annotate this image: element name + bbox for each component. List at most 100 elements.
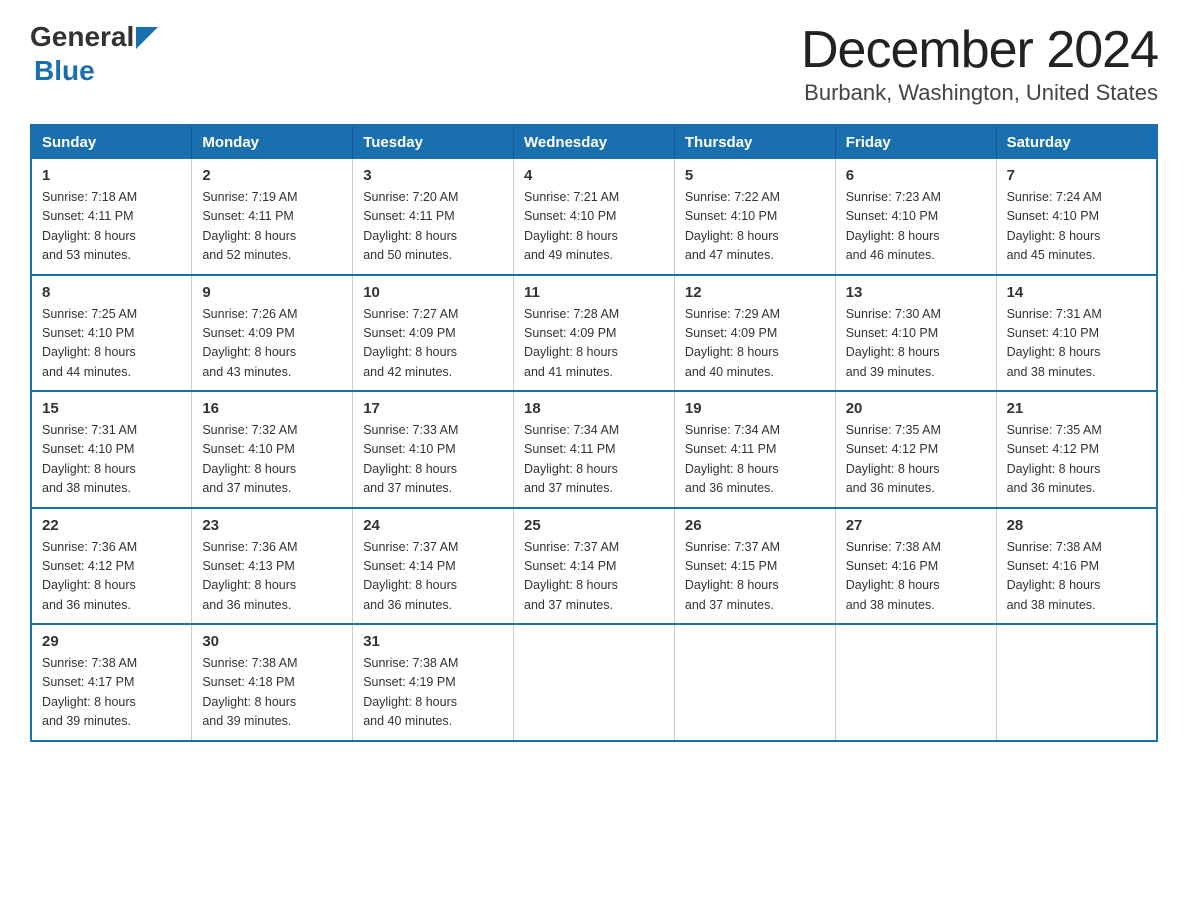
day-number: 25 — [524, 517, 664, 534]
calendar-table: SundayMondayTuesdayWednesdayThursdayFrid… — [30, 124, 1158, 742]
weekday-header-friday: Friday — [835, 125, 996, 159]
calendar-week-row: 29Sunrise: 7:38 AMSunset: 4:17 PMDayligh… — [31, 624, 1157, 741]
day-number: 5 — [685, 167, 825, 184]
day-number: 30 — [202, 633, 342, 650]
day-number: 31 — [363, 633, 503, 650]
title-block: December 2024 Burbank, Washington, Unite… — [801, 20, 1158, 106]
day-info: Sunrise: 7:36 AMSunset: 4:12 PMDaylight:… — [42, 538, 181, 616]
weekday-header-tuesday: Tuesday — [353, 125, 514, 159]
day-info: Sunrise: 7:38 AMSunset: 4:19 PMDaylight:… — [363, 654, 503, 732]
day-number: 19 — [685, 400, 825, 417]
day-number: 2 — [202, 167, 342, 184]
calendar-cell: 24 Sunrise: 7:37 AMSunset: 4:14 PMDayligh… — [353, 508, 514, 625]
day-number: 9 — [202, 284, 342, 301]
calendar-cell: 5 Sunrise: 7:22 AMSunset: 4:10 PMDaylight… — [674, 159, 835, 275]
calendar-cell: 12Sunrise: 7:29 AMSunset: 4:09 PMDayligh… — [674, 275, 835, 392]
calendar-cell: 16Sunrise: 7:32 AMSunset: 4:10 PMDayligh… — [192, 391, 353, 508]
day-number: 13 — [846, 284, 986, 301]
day-info: Sunrise: 7:21 AMSunset: 4:10 PMDaylight:… — [524, 188, 664, 266]
calendar-cell: 23 Sunrise: 7:36 AMSunset: 4:13 PMDayligh… — [192, 508, 353, 625]
day-info: Sunrise: 7:31 AMSunset: 4:10 PMDaylight:… — [1007, 305, 1146, 383]
day-info: Sunrise: 7:24 AMSunset: 4:10 PMDaylight:… — [1007, 188, 1146, 266]
logo: General Blue — [30, 20, 158, 87]
calendar-cell: 2Sunrise: 7:19 AMSunset: 4:11 PMDaylight… — [192, 159, 353, 275]
calendar-week-row: 1Sunrise: 7:18 AMSunset: 4:11 PMDaylight… — [31, 159, 1157, 275]
calendar-cell — [996, 624, 1157, 741]
calendar-cell: 25 Sunrise: 7:37 AMSunset: 4:14 PMDayligh… — [514, 508, 675, 625]
day-info: Sunrise: 7:38 AMSunset: 4:16 PMDaylight:… — [1007, 538, 1146, 616]
day-info: Sunrise: 7:37 AMSunset: 4:14 PMDaylight:… — [524, 538, 664, 616]
logo-triangle-icon — [136, 27, 158, 49]
day-number: 6 — [846, 167, 986, 184]
weekday-header-sunday: Sunday — [31, 125, 192, 159]
calendar-week-row: 15 Sunrise: 7:31 AMSunset: 4:10 PMDayligh… — [31, 391, 1157, 508]
day-info: Sunrise: 7:33 AMSunset: 4:10 PMDaylight:… — [363, 421, 503, 499]
calendar-cell: 27Sunrise: 7:38 AMSunset: 4:16 PMDayligh… — [835, 508, 996, 625]
calendar-week-row: 22 Sunrise: 7:36 AMSunset: 4:12 PMDayligh… — [31, 508, 1157, 625]
calendar-title: December 2024 — [801, 20, 1158, 80]
weekday-header-thursday: Thursday — [674, 125, 835, 159]
calendar-cell: 20 Sunrise: 7:35 AMSunset: 4:12 PMDayligh… — [835, 391, 996, 508]
day-number: 11 — [524, 284, 664, 301]
day-number: 14 — [1007, 284, 1146, 301]
day-info: Sunrise: 7:27 AMSunset: 4:09 PMDaylight:… — [363, 305, 503, 383]
calendar-cell: 8 Sunrise: 7:25 AMSunset: 4:10 PMDaylight… — [31, 275, 192, 392]
calendar-cell — [674, 624, 835, 741]
day-info: Sunrise: 7:38 AMSunset: 4:18 PMDaylight:… — [202, 654, 342, 732]
calendar-subtitle: Burbank, Washington, United States — [801, 80, 1158, 106]
weekday-header-monday: Monday — [192, 125, 353, 159]
day-number: 8 — [42, 284, 181, 301]
calendar-cell: 18 Sunrise: 7:34 AMSunset: 4:11 PMDayligh… — [514, 391, 675, 508]
day-info: Sunrise: 7:31 AMSunset: 4:10 PMDaylight:… — [42, 421, 181, 499]
calendar-cell: 31 Sunrise: 7:38 AMSunset: 4:19 PMDayligh… — [353, 624, 514, 741]
day-number: 23 — [202, 517, 342, 534]
calendar-cell — [514, 624, 675, 741]
calendar-cell: 26Sunrise: 7:37 AMSunset: 4:15 PMDayligh… — [674, 508, 835, 625]
logo-blue-text: Blue — [34, 54, 95, 88]
day-info: Sunrise: 7:34 AMSunset: 4:11 PMDaylight:… — [685, 421, 825, 499]
day-info: Sunrise: 7:22 AMSunset: 4:10 PMDaylight:… — [685, 188, 825, 266]
page-header: General Blue December 2024 Burbank, Wash… — [30, 20, 1158, 106]
day-number: 4 — [524, 167, 664, 184]
day-number: 3 — [363, 167, 503, 184]
day-info: Sunrise: 7:34 AMSunset: 4:11 PMDaylight:… — [524, 421, 664, 499]
calendar-cell: 28 Sunrise: 7:38 AMSunset: 4:16 PMDayligh… — [996, 508, 1157, 625]
calendar-cell: 11Sunrise: 7:28 AMSunset: 4:09 PMDayligh… — [514, 275, 675, 392]
day-number: 12 — [685, 284, 825, 301]
calendar-cell: 7 Sunrise: 7:24 AMSunset: 4:10 PMDaylight… — [996, 159, 1157, 275]
day-number: 17 — [363, 400, 503, 417]
calendar-cell: 30 Sunrise: 7:38 AMSunset: 4:18 PMDayligh… — [192, 624, 353, 741]
day-info: Sunrise: 7:23 AMSunset: 4:10 PMDaylight:… — [846, 188, 986, 266]
day-info: Sunrise: 7:18 AMSunset: 4:11 PMDaylight:… — [42, 188, 181, 266]
day-number: 15 — [42, 400, 181, 417]
weekday-header-saturday: Saturday — [996, 125, 1157, 159]
day-info: Sunrise: 7:36 AMSunset: 4:13 PMDaylight:… — [202, 538, 342, 616]
day-number: 24 — [363, 517, 503, 534]
day-number: 21 — [1007, 400, 1146, 417]
calendar-cell — [835, 624, 996, 741]
calendar-cell: 10 Sunrise: 7:27 AMSunset: 4:09 PMDayligh… — [353, 275, 514, 392]
day-number: 29 — [42, 633, 181, 650]
day-number: 10 — [363, 284, 503, 301]
day-number: 26 — [685, 517, 825, 534]
calendar-cell: 6 Sunrise: 7:23 AMSunset: 4:10 PMDaylight… — [835, 159, 996, 275]
day-info: Sunrise: 7:25 AMSunset: 4:10 PMDaylight:… — [42, 305, 181, 383]
calendar-cell: 19 Sunrise: 7:34 AMSunset: 4:11 PMDayligh… — [674, 391, 835, 508]
calendar-cell: 13Sunrise: 7:30 AMSunset: 4:10 PMDayligh… — [835, 275, 996, 392]
day-number: 18 — [524, 400, 664, 417]
day-number: 7 — [1007, 167, 1146, 184]
day-info: Sunrise: 7:35 AMSunset: 4:12 PMDaylight:… — [846, 421, 986, 499]
calendar-cell: 17 Sunrise: 7:33 AMSunset: 4:10 PMDayligh… — [353, 391, 514, 508]
weekday-header-wednesday: Wednesday — [514, 125, 675, 159]
day-info: Sunrise: 7:35 AMSunset: 4:12 PMDaylight:… — [1007, 421, 1146, 499]
day-info: Sunrise: 7:20 AMSunset: 4:11 PMDaylight:… — [363, 188, 503, 266]
day-info: Sunrise: 7:38 AMSunset: 4:16 PMDaylight:… — [846, 538, 986, 616]
day-info: Sunrise: 7:26 AMSunset: 4:09 PMDaylight:… — [202, 305, 342, 383]
calendar-cell: 3 Sunrise: 7:20 AMSunset: 4:11 PMDaylight… — [353, 159, 514, 275]
day-info: Sunrise: 7:37 AMSunset: 4:14 PMDaylight:… — [363, 538, 503, 616]
calendar-cell: 29Sunrise: 7:38 AMSunset: 4:17 PMDayligh… — [31, 624, 192, 741]
day-number: 22 — [42, 517, 181, 534]
day-number: 28 — [1007, 517, 1146, 534]
day-number: 20 — [846, 400, 986, 417]
calendar-cell: 9 Sunrise: 7:26 AMSunset: 4:09 PMDaylight… — [192, 275, 353, 392]
